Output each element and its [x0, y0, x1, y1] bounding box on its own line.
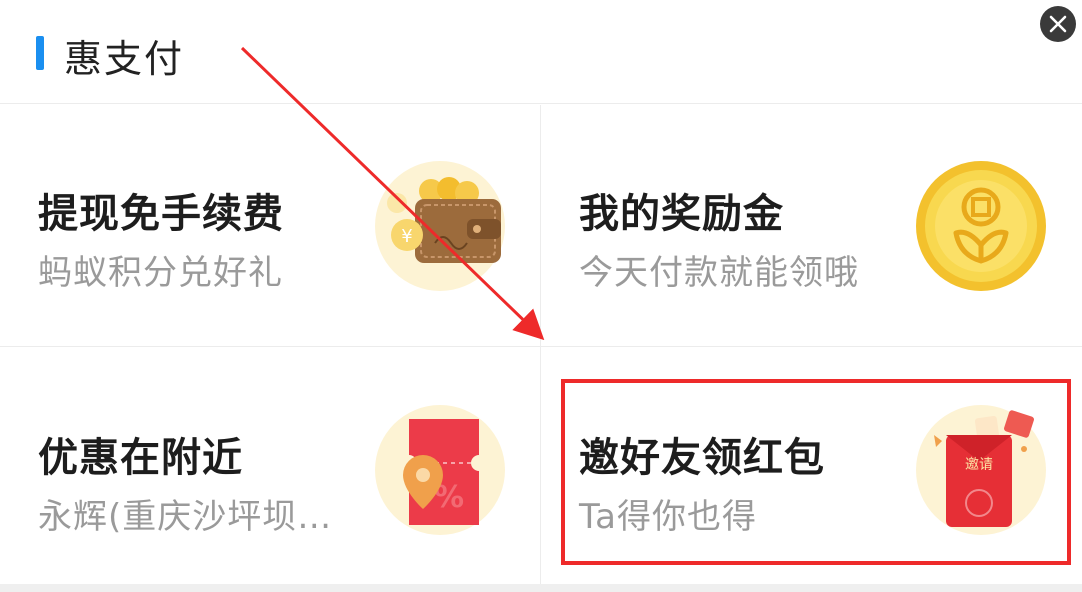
bottom-shade	[0, 584, 1082, 592]
red-envelope-icon: 邀请	[916, 405, 1046, 535]
card-withdraw-free[interactable]: 提现免手续费 蚂蚁积分兑好礼 ¥	[0, 105, 541, 347]
card-title: 我的奖励金	[579, 191, 784, 237]
card-title: 优惠在附近	[38, 435, 243, 481]
close-button[interactable]	[1040, 6, 1076, 42]
card-title: 邀好友领红包	[579, 435, 825, 481]
card-title: 提现免手续费	[38, 191, 284, 237]
card-subtitle: 蚂蚁积分兑好礼	[38, 253, 283, 293]
card-subtitle: 今天付款就能领哦	[579, 253, 859, 293]
wallet-icon: ¥	[375, 161, 505, 291]
gold-coin-icon	[916, 161, 1046, 291]
envelope-label: 邀请	[965, 457, 993, 473]
card-reward-bonus[interactable]: 我的奖励金 今天付款就能领哦	[541, 105, 1082, 347]
page-title: 惠支付	[64, 37, 185, 81]
close-icon	[1049, 15, 1067, 33]
coupon-location-icon: %	[375, 405, 505, 535]
card-nearby-deals[interactable]: 优惠在附近 永辉(重庆沙坪坝… %	[0, 347, 541, 592]
card-invite-friends[interactable]: 邀好友领红包 Ta得你也得 邀请	[541, 347, 1082, 592]
card-subtitle: Ta得你也得	[579, 497, 757, 537]
svg-text:¥: ¥	[401, 226, 412, 247]
card-subtitle: 永辉(重庆沙坪坝…	[38, 497, 333, 537]
feature-grid: 提现免手续费 蚂蚁积分兑好礼 ¥ 我的奖励金 今天付款就能领哦 优惠在附近 永辉…	[0, 105, 1082, 592]
header: 惠支付	[0, 0, 1082, 104]
title-accent-bar	[36, 36, 44, 70]
